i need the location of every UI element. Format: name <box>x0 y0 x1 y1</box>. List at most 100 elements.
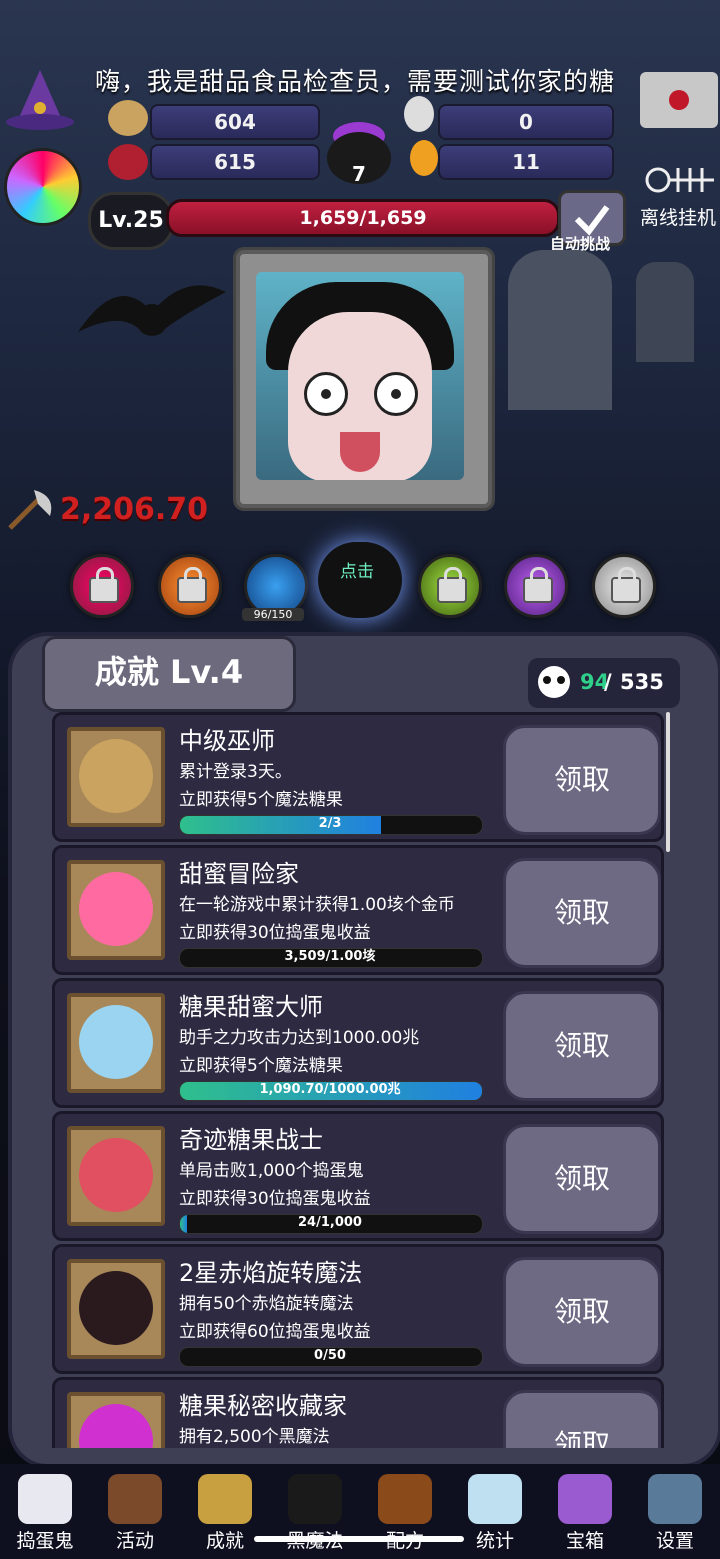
nav-crystal-ball[interactable]: 统计 <box>450 1470 540 1556</box>
level-badge: Lv.25 <box>88 192 174 250</box>
count-total: 535 <box>620 670 664 694</box>
nav-label: 活动 <box>115 1530 154 1552</box>
panda-icon <box>538 666 570 698</box>
achievement-item: 糖果甜蜜大师 助手之力攻击力达到1000.00兆 立即获得5个魔法糖果 1,090.7… <box>52 978 664 1108</box>
skull-potion-icon <box>404 96 434 132</box>
skull-trophy-icon <box>198 1474 252 1524</box>
click-label: 点击 <box>340 562 374 582</box>
achievement-icon-box <box>67 993 165 1093</box>
panel-title: 成就 Lv.4 <box>42 636 296 712</box>
crystal-ball-icon <box>468 1474 522 1524</box>
lock-icon <box>611 567 641 603</box>
achievement-progress-text: 3,509/1.00垓 <box>284 949 376 964</box>
dialog-banner: 嗨，我是甜品食品检查员，需要测试你家的糖 <box>95 67 616 96</box>
achievement-desc: 拥有2,500个黑魔法 <box>179 1427 330 1447</box>
achievement-counter: 94 / 535 <box>528 658 680 708</box>
bat-icon <box>78 272 226 364</box>
candy-skulls-stat: 615 <box>150 144 320 180</box>
achievement-reward: 立即获得5个魔法糖果 <box>179 1056 343 1076</box>
orb-silver-locked[interactable] <box>592 554 656 618</box>
achievement-list[interactable]: 中级巫师 累计登录3天。 立即获得5个魔法糖果 2/3 领取 甜蜜冒险家 在一轮游戏中累计获… <box>42 708 668 1448</box>
tombstone-icon <box>636 262 694 362</box>
skull-potions-stat: 0 <box>438 104 614 140</box>
achievement-progress-text: 24/1,000 <box>298 1215 362 1230</box>
claim-button[interactable]: 领取 <box>503 991 661 1101</box>
lock-icon <box>523 567 553 603</box>
fish-bone-icon[interactable] <box>644 160 716 200</box>
candy-icon <box>79 872 153 946</box>
achievement-title: 2星赤焰旋转魔法 <box>179 1259 363 1287</box>
orb-green-locked[interactable] <box>418 554 482 618</box>
gear-icon <box>648 1474 702 1524</box>
axe-icon <box>4 488 56 532</box>
nav-cupcake[interactable]: 活动 <box>90 1470 180 1556</box>
candy-swirl-icon[interactable] <box>4 148 82 226</box>
candy-corn-icon <box>410 140 438 176</box>
tombstone-icon <box>508 250 612 410</box>
nav-gear[interactable]: 设置 <box>630 1470 720 1556</box>
count-sep: / <box>604 670 612 694</box>
candy-icon <box>79 1271 153 1345</box>
hp-text: 1,659/1,659 <box>299 207 427 229</box>
nav-black-cat[interactable]: 黑魔法 <box>270 1470 360 1556</box>
nav-label: 设置 <box>655 1530 694 1552</box>
home-indicator <box>254 1536 464 1542</box>
cookie-bag-icon <box>108 100 148 136</box>
achievement-icon-box <box>67 1126 165 1226</box>
achievement-item: 糖果秘密收藏家 拥有2,500个黑魔法 领取 <box>52 1377 664 1448</box>
candy-icon <box>79 1005 153 1079</box>
achievement-desc: 单局击败1,000个捣蛋鬼 <box>179 1161 364 1181</box>
mail-icon[interactable] <box>640 72 718 128</box>
achievement-title: 中级巫师 <box>179 727 275 755</box>
nav-gift-box[interactable]: 宝箱 <box>540 1470 630 1556</box>
achievement-item: 2星赤焰旋转魔法拥有50个赤焰旋转魔法 立即获得60位捣蛋鬼收益 0/50 领取 <box>52 1244 664 1374</box>
claim-button[interactable]: 领取 <box>503 1390 661 1448</box>
orb-red-locked[interactable] <box>70 554 134 618</box>
achievement-reward: 立即获得30位捣蛋鬼收益 <box>179 923 371 943</box>
scrollbar[interactable] <box>666 712 670 852</box>
nav-spellbook[interactable]: 配方 <box>360 1470 450 1556</box>
claim-button[interactable]: 领取 <box>503 1257 661 1367</box>
cookies-stat: 604 <box>150 104 320 140</box>
candy-icon <box>79 1138 153 1212</box>
candy-corn-stat: 11 <box>438 144 614 180</box>
achievement-reward: 立即获得60位捣蛋鬼收益 <box>179 1322 371 1342</box>
orb-purple-locked[interactable] <box>504 554 568 618</box>
gift-box-icon <box>558 1474 612 1524</box>
offline-label[interactable]: 离线挂机 <box>640 203 716 230</box>
achievement-icon-box <box>67 1392 165 1448</box>
achievement-title: 甜蜜冒险家 <box>179 860 299 888</box>
candy-icon <box>79 1404 153 1448</box>
achievement-desc: 在一轮游戏中累计获得1.00垓个金币 <box>179 895 455 915</box>
witch-hat-icon[interactable] <box>4 68 76 132</box>
achievement-desc: 拥有50个赤焰旋转魔法 <box>179 1294 354 1314</box>
nav-label: 宝箱 <box>565 1530 604 1552</box>
achievement-icon-box <box>67 860 165 960</box>
damage-text: 2,206.70 <box>60 492 209 527</box>
enemy-portrait[interactable] <box>256 272 464 480</box>
achievement-item: 甜蜜冒险家在一轮游戏中累计获得1.00垓个金币 立即获得30位捣蛋鬼收益 3,509… <box>52 845 664 975</box>
orb-orange-locked[interactable] <box>158 554 222 618</box>
achievement-reward: 立即获得30位捣蛋鬼收益 <box>179 1189 371 1209</box>
claim-button[interactable]: 领取 <box>503 1124 661 1234</box>
bottom-nav: 捣蛋鬼 活动 成就黑魔法配方统计宝箱 设置 <box>0 1464 720 1559</box>
lock-icon <box>177 567 207 603</box>
achievement-item: 奇迹糖果战士 单局击败1,000个捣蛋鬼 立即获得30位捣蛋鬼收益 24/1,000 领… <box>52 1111 664 1241</box>
achievement-icon-box <box>67 727 165 827</box>
achievement-progress-text: 2/3 <box>318 816 342 831</box>
achievement-desc: 累计登录3天。 <box>179 762 292 782</box>
nav-ghost[interactable]: 捣蛋鬼 <box>0 1470 90 1556</box>
claim-button[interactable]: 领取 <box>503 858 661 968</box>
orb-progress: 96/150 <box>242 608 304 621</box>
cauldron-count: 7 <box>352 162 366 186</box>
achievement-desc: 助手之力攻击力达到1000.00兆 <box>179 1028 420 1048</box>
black-cat-icon <box>288 1474 342 1524</box>
candy-icon <box>79 739 153 813</box>
achievement-progress-text: 0/50 <box>314 1348 346 1363</box>
nav-skull-trophy[interactable]: 成就 <box>180 1470 270 1556</box>
nav-label: 捣蛋鬼 <box>16 1530 74 1552</box>
claim-button[interactable]: 领取 <box>503 725 661 835</box>
achievement-progress-text: 1,090.70/1000.00兆 <box>259 1082 401 1097</box>
lock-icon <box>89 567 119 603</box>
achievement-reward: 立即获得5个魔法糖果 <box>179 790 343 810</box>
